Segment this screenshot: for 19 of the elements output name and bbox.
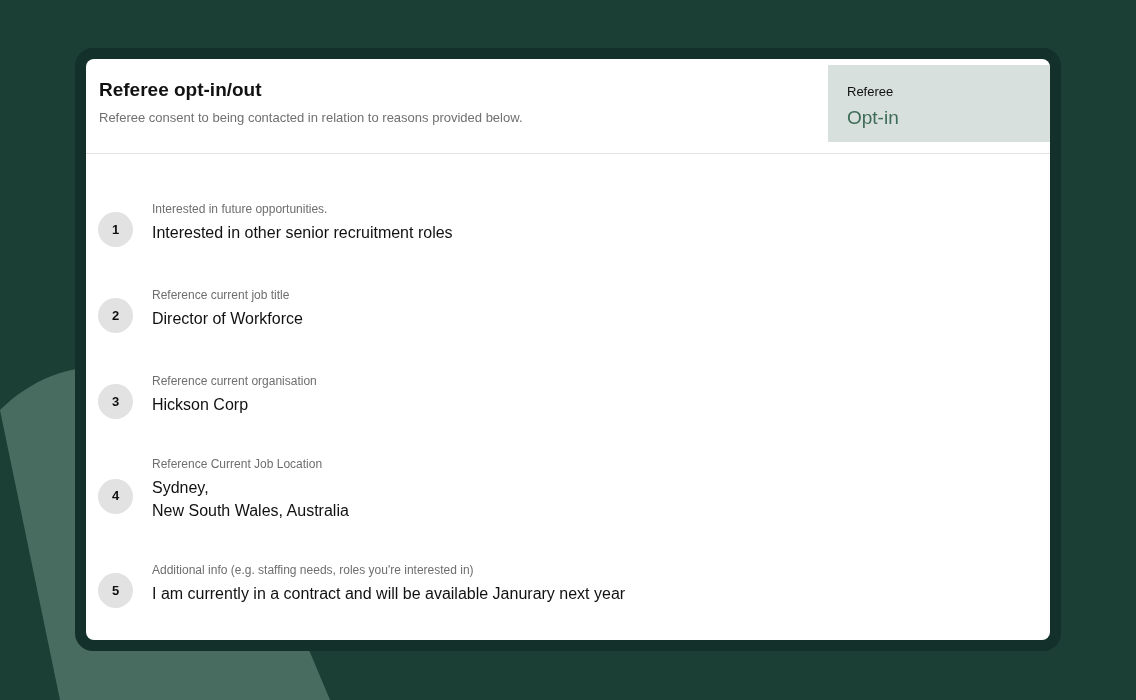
step-number: 1 (98, 212, 133, 247)
question-label: Additional info (e.g. staffing needs, roles you're interested in) (152, 562, 475, 578)
step-number: 5 (98, 573, 133, 608)
step-number: 2 (98, 298, 133, 333)
question-label: Reference Current Job Location (152, 456, 324, 472)
answer-text: I am currently in a contract and will be available Janurary next year (152, 584, 626, 604)
answer-text: Interested in other senior recruitment roles (152, 223, 453, 243)
step-number: 4 (98, 478, 133, 514)
card-title: Referee opt-in/out (99, 78, 263, 102)
answer-text: Sydney, New South Wales, Australia (152, 478, 349, 521)
step-number: 3 (98, 384, 133, 419)
card-subtitle: Referee consent to being contacted in relation to reasons provided below. (99, 109, 523, 127)
question-label: Reference current organisation (152, 373, 317, 389)
answer-text: Director of Workforce (152, 309, 303, 329)
question-label: Interested in future opportunities. (152, 201, 329, 217)
status-value: Opt-in (847, 105, 900, 130)
question-label: Reference current job title (152, 287, 291, 303)
status-label: Referee (847, 83, 895, 101)
answer-text: Hickson Corp (152, 395, 250, 415)
